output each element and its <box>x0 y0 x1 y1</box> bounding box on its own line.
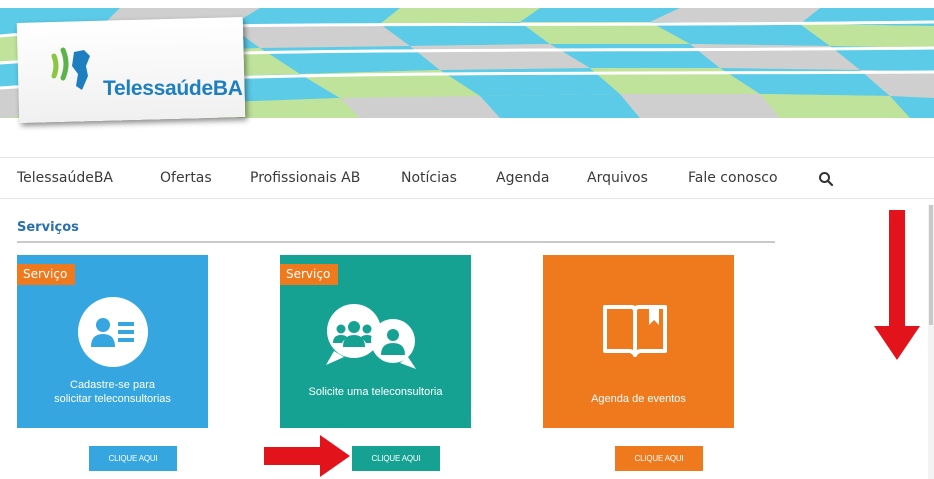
nav-item-telessaudeba[interactable]: TelessaúdeBA <box>17 170 113 186</box>
teleconsultoria-cta-button[interactable]: CLIQUE AQUI <box>352 446 440 471</box>
site-header: TelessaúdeBA <box>0 0 934 135</box>
arrow-right-icon <box>264 435 350 477</box>
nav-item-arquivos[interactable]: Arquivos <box>587 170 648 186</box>
section-divider <box>17 241 775 243</box>
search-icon[interactable] <box>818 171 834 187</box>
main-nav: TelessaúdeBA Ofertas Profissionais AB No… <box>0 157 934 199</box>
nav-item-noticias[interactable]: Notícias <box>401 170 457 186</box>
arrow-down-icon <box>874 210 920 360</box>
open-book-icon <box>603 305 667 357</box>
nav-item-agenda[interactable]: Agenda <box>496 170 549 186</box>
agenda-cta-button[interactable]: CLIQUE AQUI <box>615 446 703 471</box>
user-card-icon <box>78 297 148 367</box>
section-title: Serviços <box>17 220 79 235</box>
group-chat-icon <box>326 304 416 369</box>
nav-item-ofertas[interactable]: Ofertas <box>160 170 212 186</box>
card-caption-line1: Agenda de eventos <box>591 393 686 405</box>
service-card-teleconsultoria[interactable]: Serviço Solicite uma teleconsultoria <box>280 255 471 428</box>
card-caption-line1: Solicite uma teleconsultoria <box>308 386 443 398</box>
card-caption-line2: solicitar teleconsultorias <box>54 393 171 405</box>
nav-item-fale-conosco[interactable]: Fale conosco <box>688 170 778 186</box>
brand-name[interactable]: TelessaúdeBA <box>103 77 243 101</box>
logo-icon <box>51 47 90 90</box>
service-card-agenda[interactable]: Agenda de eventos <box>543 255 734 428</box>
cadastro-cta-button[interactable]: CLIQUE AQUI <box>89 446 177 471</box>
service-tag: Serviço <box>280 264 339 285</box>
service-card-cadastro[interactable]: Serviço Cadastre-se para solicitar telec… <box>17 255 208 428</box>
nav-item-profissionais-ab[interactable]: Profissionais AB <box>250 170 360 186</box>
service-tag: Serviço <box>17 264 76 285</box>
scrollbar-thumb[interactable] <box>929 205 933 325</box>
card-caption-line1: Cadastre-se para <box>70 379 155 391</box>
